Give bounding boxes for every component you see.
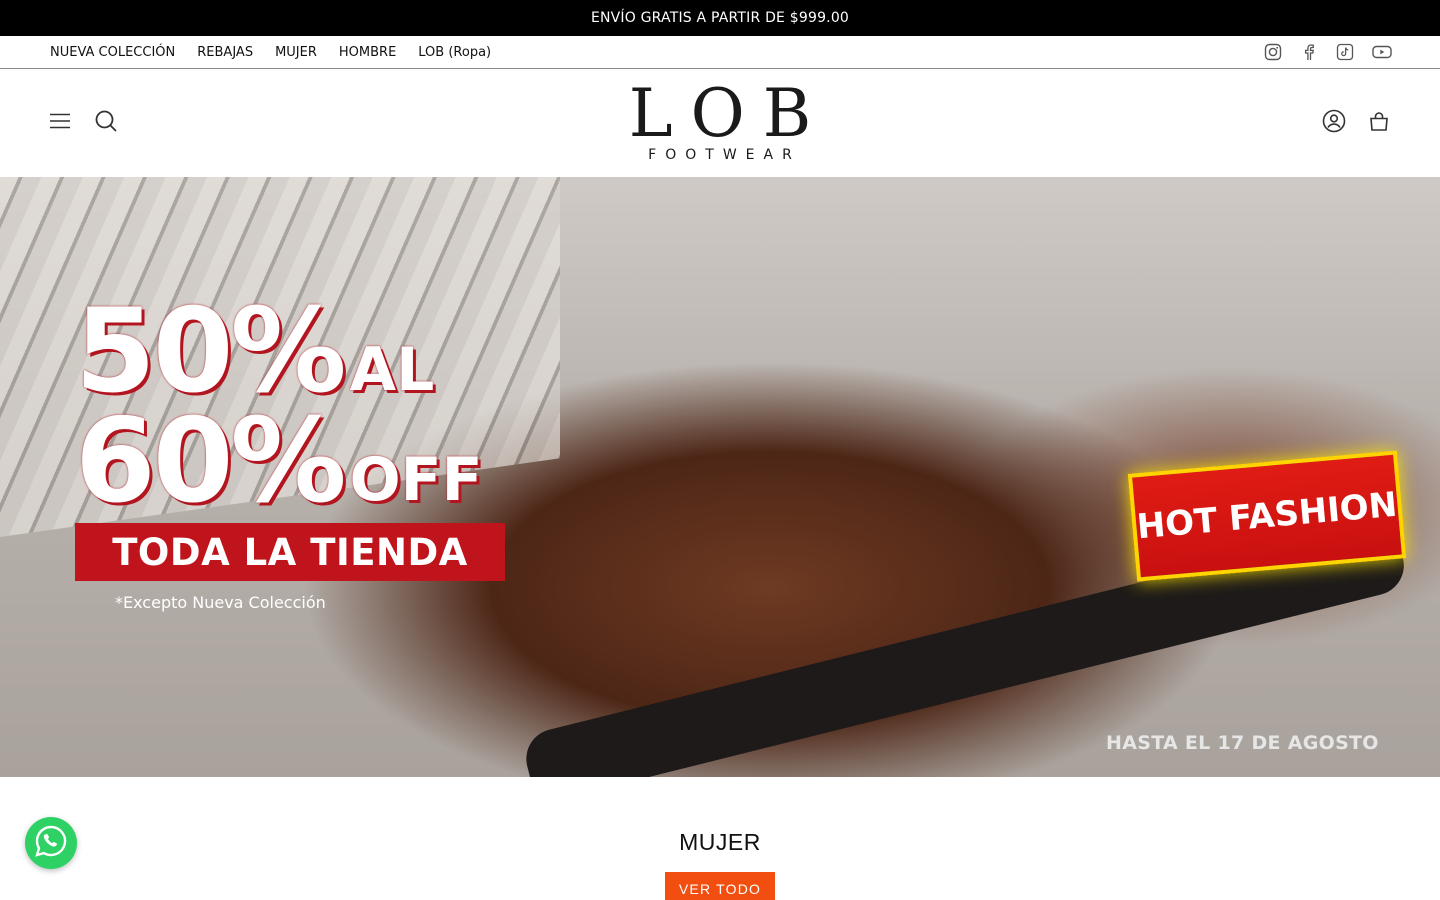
section-title: MUJER (679, 829, 761, 855)
nav-link-hombre[interactable]: HOMBRE (339, 45, 396, 60)
nav-link-mujer[interactable]: MUJER (275, 45, 317, 60)
social-links (1264, 43, 1392, 61)
promo-suffix-al: AL (349, 335, 435, 406)
youtube-icon[interactable] (1372, 43, 1392, 61)
main-header: LOB FOOTWEAR (0, 69, 1440, 177)
promo-percent-50: 50% (75, 284, 347, 419)
whatsapp-button[interactable] (25, 817, 77, 869)
ver-todo-button[interactable]: VER TODO (664, 872, 776, 900)
promo-percent-60: 60% (75, 394, 347, 530)
nav-link-nueva-coleccion[interactable]: NUEVA COLECCIÓN (50, 45, 175, 60)
promo-suffix-off: OFF (349, 445, 483, 516)
nav-link-rebajas[interactable]: REBAJAS (197, 45, 253, 60)
promo-end-date: HASTA EL 17 DE AGOSTO (1106, 732, 1379, 754)
promo-row-2: 60% OFF (75, 394, 505, 530)
account-icon[interactable] (1322, 109, 1346, 137)
mujer-section: MUJER VER TODO (0, 777, 1440, 900)
hero-banner[interactable]: 50% AL 60% OFF TODA LA TIENDA *Excepto N… (0, 177, 1440, 777)
tiktok-icon[interactable] (1336, 43, 1354, 61)
header-right-tools (1322, 109, 1390, 137)
header-left-tools (50, 109, 118, 137)
promo-note: *Excepto Nueva Colección (115, 593, 326, 613)
facebook-icon[interactable] (1300, 43, 1318, 61)
logo-wordmark: LOB (628, 75, 830, 152)
announcement-bar: ENVÍO GRATIS A PARTIR DE $999.00 (0, 0, 1440, 36)
promo-band: TODA LA TIENDA (75, 523, 505, 582)
top-subnav: NUEVA COLECCIÓN REBAJAS MUJER HOMBRE LOB… (0, 36, 1440, 69)
top-links: NUEVA COLECCIÓN REBAJAS MUJER HOMBRE LOB… (50, 45, 491, 60)
promo-block: 50% AL 60% OFF TODA LA TIENDA *Excepto N… (75, 284, 505, 613)
menu-icon[interactable] (50, 113, 70, 133)
promo-row-1: 50% AL (75, 284, 505, 419)
whatsapp-icon (34, 824, 68, 862)
cart-icon[interactable] (1368, 110, 1390, 136)
search-icon[interactable] (94, 109, 118, 137)
nav-link-lob-ropa[interactable]: LOB (Ropa) (418, 45, 491, 60)
instagram-icon[interactable] (1264, 43, 1282, 61)
announcement-text: ENVÍO GRATIS A PARTIR DE $999.00 (590, 10, 850, 26)
brand-logo[interactable]: LOB FOOTWEAR (611, 75, 830, 164)
